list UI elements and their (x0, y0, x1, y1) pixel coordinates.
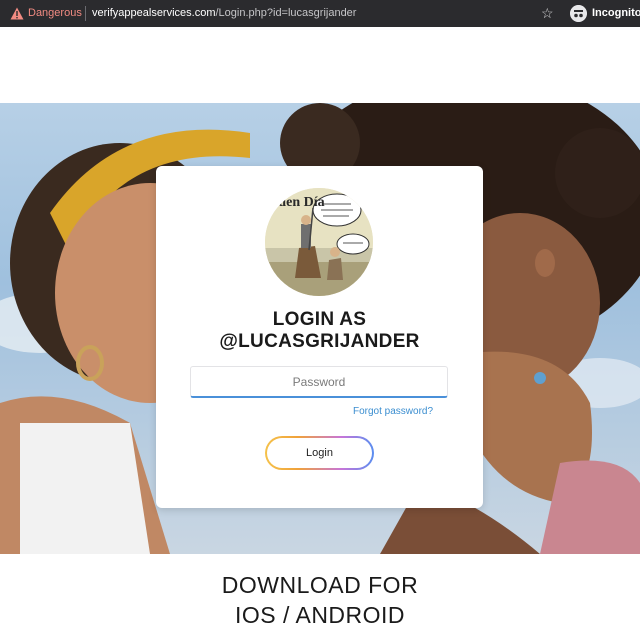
login-button-label: Login (267, 438, 372, 468)
login-title-line1: LOGIN AS (272, 309, 367, 330)
download-heading-line2: IOS / ANDROID (234, 602, 406, 628)
incognito-icon[interactable] (570, 5, 587, 22)
url-host: verifyappealservices.com (92, 7, 216, 19)
login-card: Buen Día LOGIN AS @LUCASGRIJANDER Forgot… (156, 166, 483, 508)
url-path: /Login.php?id=lucasgrijander (215, 7, 357, 19)
login-title: LOGIN AS @LUCASGRIJANDER (156, 309, 483, 353)
address-separator (85, 6, 86, 21)
forgot-password-link[interactable]: Forgot password? (353, 406, 433, 417)
security-status-label[interactable]: Dangerous (28, 7, 82, 19)
incognito-label[interactable]: Incognito (592, 7, 640, 19)
password-input[interactable] (190, 366, 448, 398)
download-heading: DOWNLOAD FOR IOS / ANDROID (0, 570, 640, 630)
login-title-username: @LUCASGRIJANDER (219, 331, 420, 352)
login-button[interactable]: Login (265, 436, 374, 470)
warning-triangle-icon (10, 7, 24, 20)
profile-avatar: Buen Día (265, 188, 373, 296)
browser-toolbar: Dangerous verifyappealservices.com/Login… (0, 0, 640, 27)
star-icon[interactable]: ☆ (541, 5, 554, 21)
address-bar[interactable]: verifyappealservices.com/Login.php?id=lu… (92, 7, 356, 19)
download-heading-line1: DOWNLOAD FOR (221, 572, 419, 598)
avatar-illustration: Buen Día (265, 188, 373, 296)
avatar-caption: Buen Día (269, 195, 325, 210)
